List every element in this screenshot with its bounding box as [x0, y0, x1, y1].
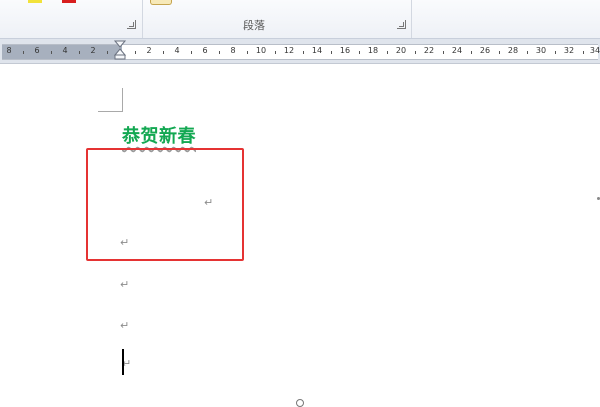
- ruler-number: 2: [146, 46, 152, 55]
- ruler-tick: [331, 51, 332, 54]
- ruler-tick: [471, 51, 472, 54]
- ruler-tick: [23, 51, 24, 54]
- ribbon: 段落: [0, 0, 600, 39]
- ruler-number: 20: [395, 46, 407, 55]
- ruler-tick: [51, 51, 52, 54]
- ruler-number: 4: [174, 46, 180, 55]
- ruler-number: 28: [507, 46, 519, 55]
- ruler-number: 4: [62, 46, 68, 55]
- ruler-number: 6: [202, 46, 208, 55]
- ruler-number: 2: [90, 46, 96, 55]
- ruler-number: 30: [535, 46, 547, 55]
- ruler-tick: [583, 51, 584, 54]
- ribbon-separator: [142, 0, 143, 38]
- ruler-tick: [107, 51, 108, 54]
- paragraph-group-label: 段落: [243, 19, 265, 32]
- paragraph-dialog-launcher-icon[interactable]: [397, 20, 406, 29]
- resize-handle[interactable]: [296, 399, 304, 407]
- ruler-tick: [555, 51, 556, 54]
- ruler-tick: [135, 51, 136, 54]
- horizontal-ruler[interactable]: 8 6 4 2 2 4 6 8 10 12 14 16 18 20 22 24 …: [0, 39, 600, 64]
- paragraph-mark-icon: ↵: [120, 278, 130, 291]
- ruler-number: 8: [230, 46, 236, 55]
- ruler-number: 16: [339, 46, 351, 55]
- paragraph-mark-icon: ↵: [120, 319, 130, 332]
- ruler-tick: [527, 51, 528, 54]
- paragraph-mark-icon: ↵: [120, 236, 130, 249]
- ruler-tick: [163, 51, 164, 54]
- ruler-tick: [415, 51, 416, 54]
- ruler-tick: [247, 51, 248, 54]
- text-cursor: [122, 349, 124, 375]
- ruler-number: 22: [423, 46, 435, 55]
- ruler-tick: [79, 51, 80, 54]
- ruler-number: 18: [367, 46, 379, 55]
- indent-marker-icon[interactable]: [114, 40, 126, 60]
- ruler-number: 26: [479, 46, 491, 55]
- ruler-number: 14: [311, 46, 323, 55]
- ruler-tick: [303, 51, 304, 54]
- ruler-number: 24: [451, 46, 463, 55]
- ruler-tick: [499, 51, 500, 54]
- ruler-number: 6: [34, 46, 40, 55]
- ruler-track: 8 6 4 2 2 4 6 8 10 12 14 16 18 20 22 24 …: [2, 44, 600, 60]
- ruler-tick: [275, 51, 276, 54]
- ruler-number: 10: [255, 46, 267, 55]
- ruler-tick: [219, 51, 220, 54]
- font-dialog-launcher-icon[interactable]: [127, 20, 136, 29]
- ruler-number: 8: [6, 46, 12, 55]
- ruler-number: 34: [589, 46, 600, 55]
- document-heading[interactable]: 恭贺新春: [122, 122, 196, 148]
- ruler-tick: [443, 51, 444, 54]
- ruler-number: 32: [563, 46, 575, 55]
- ruler-number: 12: [283, 46, 295, 55]
- paragraph-mark-icon: ↵: [204, 196, 214, 209]
- ruler-tick: [387, 51, 388, 54]
- yellow-color-swatch[interactable]: [28, 0, 42, 3]
- red-color-swatch[interactable]: [62, 0, 76, 3]
- margin-corner-mark: [98, 88, 123, 112]
- document-page[interactable]: [0, 64, 600, 402]
- ribbon-separator: [411, 0, 412, 38]
- ruler-tick: [359, 51, 360, 54]
- ruler-tick: [191, 51, 192, 54]
- ribbon-toggle-button[interactable]: [150, 0, 172, 5]
